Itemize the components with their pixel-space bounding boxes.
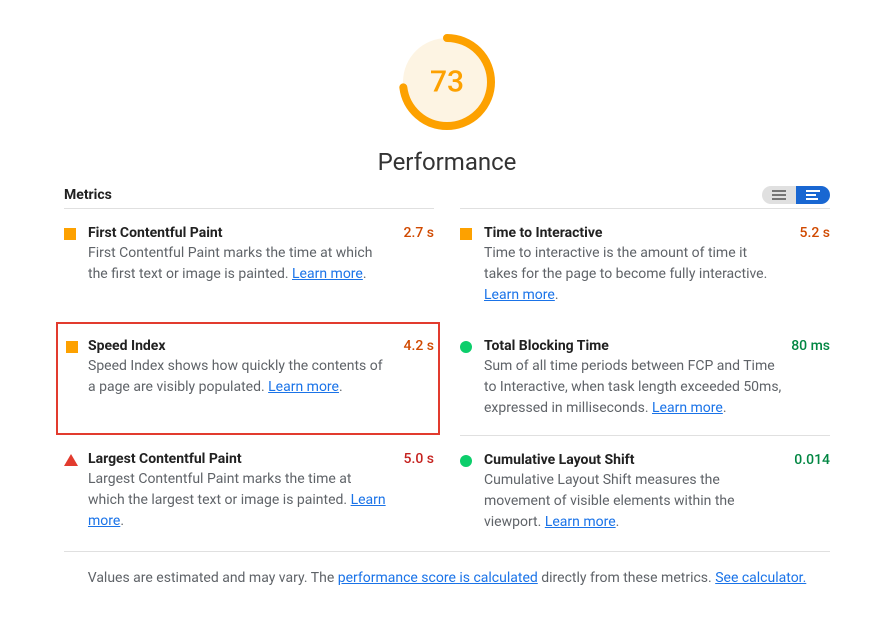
metric-card: Time to Interactive 5.2 s Time to interact… [460,208,830,322]
metric-name: Cumulative Layout Shift [484,452,634,468]
learn-more-link[interactable]: Learn more [545,514,616,530]
metric-card: Total Blocking Time 80 ms Sum of all time … [460,322,830,435]
performance-title: Performance [378,148,517,176]
metric-name: First Contentful Paint [88,225,222,241]
learn-more-link[interactable]: Learn more [484,287,555,303]
footer-pre: Values are estimated and may vary. The [88,570,338,586]
footer-calculator-link[interactable]: See calculator. [715,570,806,586]
metric-card: Cumulative Layout Shift 0.014 Cumulative L… [460,435,830,549]
learn-more-link[interactable]: Learn more [292,266,363,282]
metric-value: 5.0 s [404,451,435,467]
metric-name: Speed Index [88,338,166,354]
square-icon [460,228,472,240]
circle-icon [460,341,472,353]
metric-value: 2.7 s [404,225,435,241]
performance-score: 73 [430,65,464,100]
footer-score-link[interactable]: performance score is calculated [338,570,538,586]
metrics-label: Metrics [64,187,112,203]
metric-name: Largest Contentful Paint [88,451,242,467]
metric-value: 0.014 [794,452,830,468]
footer-note: Values are estimated and may vary. The p… [64,551,830,604]
metric-description: Time to interactive is the amount of tim… [484,243,784,306]
footer-mid: directly from these metrics. [541,570,715,586]
metric-name: Total Blocking Time [484,338,609,354]
metric-value: 5.2 s [800,225,831,241]
square-icon [66,341,78,353]
triangle-icon [64,454,76,466]
square-icon [64,228,76,240]
metric-value: 80 ms [791,338,830,354]
metrics-header: Metrics [64,186,830,204]
view-toggle[interactable] [762,186,830,204]
metric-card: First Contentful Paint 2.7 s First Content… [64,208,434,322]
performance-gauge: 73 [399,34,495,130]
toggle-expanded-icon[interactable] [796,186,830,204]
metric-description: Largest Contentful Paint marks the time … [88,469,388,532]
metric-card: Largest Contentful Paint 5.0 s Largest Con… [64,435,434,549]
metric-name: Time to Interactive [484,225,602,241]
metric-description: Speed Index shows how quickly the conten… [88,356,388,398]
metric-description: Cumulative Layout Shift measures the mov… [484,470,784,533]
metrics-grid: First Contentful Paint 2.7 s First Content… [64,208,830,549]
circle-icon [460,455,472,467]
metric-description: First Contentful Paint marks the time at… [88,243,388,285]
metric-description: Sum of all time periods between FCP and … [484,356,784,419]
metric-value: 4.2 s [404,338,435,354]
learn-more-link[interactable]: Learn more [268,379,339,395]
metric-card: Speed Index 4.2 s Speed Index shows how qu… [56,322,440,435]
performance-gauge-section: 73 Performance [64,28,830,176]
toggle-compact-icon[interactable] [762,186,796,204]
learn-more-link[interactable]: Learn more [652,400,723,416]
